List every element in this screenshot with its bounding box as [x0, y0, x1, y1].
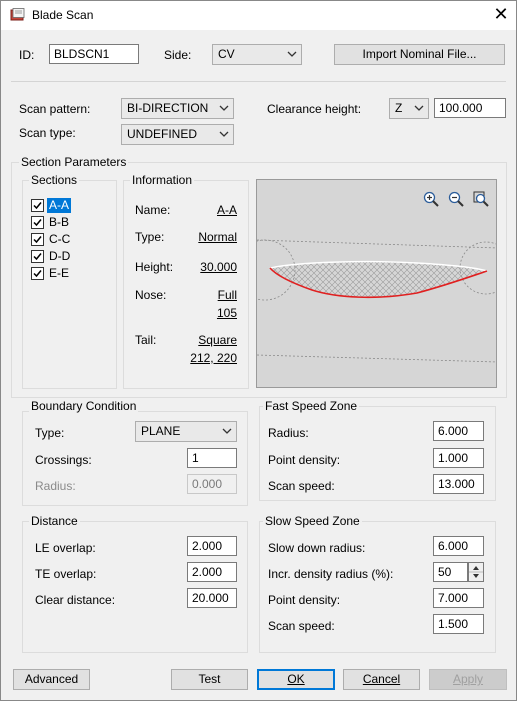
section-checkbox-c-c[interactable]: [31, 233, 44, 246]
zoom-out-icon[interactable]: [448, 191, 464, 207]
information-label: Information: [130, 173, 195, 187]
section-item-d-d[interactable]: D-D: [47, 249, 72, 264]
id-input[interactable]: BLDSCN1: [49, 44, 139, 64]
advanced-button[interactable]: Advanced: [13, 669, 90, 690]
section-item-a-a[interactable]: A-A: [47, 198, 72, 213]
te-overlap-label: TE overlap:: [35, 567, 97, 581]
info-name-label: Name:: [135, 203, 171, 217]
info-tail-label: Tail:: [135, 333, 157, 347]
incr-density-radius-input[interactable]: 50: [433, 562, 468, 582]
info-nose-value-2[interactable]: 105: [217, 306, 237, 320]
separator: [11, 81, 506, 82]
section-checkbox-a-a[interactable]: [31, 199, 44, 212]
side-label: Side:: [164, 48, 192, 62]
info-height-label: Height:: [135, 260, 174, 274]
section-preview[interactable]: [256, 179, 497, 388]
window-title: Blade Scan: [32, 8, 94, 22]
blade-scan-dialog: Blade Scan ✕ ID: BLDSCN1 Side: CV Import…: [0, 0, 517, 701]
fast-radius-input[interactable]: 6.000: [433, 421, 484, 441]
clearance-axis-value: Z: [395, 101, 403, 115]
clear-distance-label: Clear distance:: [35, 593, 116, 607]
scan-type-select[interactable]: UNDEFINED: [121, 124, 234, 145]
info-type-value[interactable]: Normal: [198, 230, 237, 244]
apply-button-label: Apply: [452, 672, 484, 686]
boundary-type-select[interactable]: PLANE: [135, 421, 237, 442]
scan-pattern-label: Scan pattern:: [19, 102, 91, 116]
clear-distance-input[interactable]: 20.000: [187, 588, 237, 608]
id-label: ID:: [19, 48, 35, 62]
section-item-c-c[interactable]: C-C: [47, 232, 72, 247]
zoom-in-icon[interactable]: [423, 191, 439, 207]
apply-button: Apply: [429, 669, 507, 690]
section-checkbox-b-b[interactable]: [31, 216, 44, 229]
chevron-down-icon: [219, 131, 229, 137]
chevron-down-icon: [222, 428, 232, 434]
le-overlap-input[interactable]: 2.000: [187, 536, 237, 556]
section-item-b-b[interactable]: B-B: [47, 215, 71, 230]
clearance-height-input[interactable]: 100.000: [434, 98, 506, 118]
boundary-type-label: Type:: [35, 426, 65, 440]
incr-density-radius-stepper[interactable]: [468, 562, 484, 582]
fast-point-density-label: Point density:: [268, 453, 341, 467]
info-name-value[interactable]: A-A: [217, 203, 237, 217]
slow-scan-speed-label: Scan speed:: [268, 619, 335, 633]
scan-type-label: Scan type:: [19, 126, 76, 140]
title-bar: Blade Scan ✕: [1, 1, 516, 30]
chevron-down-icon: [414, 105, 424, 111]
fast-speed-zone-label: Fast Speed Zone: [263, 399, 360, 413]
boundary-type-value: PLANE: [141, 424, 181, 438]
app-icon: [10, 8, 25, 21]
airfoil-preview-canvas: [257, 239, 496, 363]
section-parameters-label: Section Parameters: [19, 155, 129, 169]
chevron-down-icon: [219, 105, 229, 111]
te-overlap-input[interactable]: 2.000: [187, 562, 237, 582]
close-icon[interactable]: ✕: [488, 3, 514, 27]
distance-label: Distance: [29, 514, 80, 528]
sections-label: Sections: [29, 173, 80, 187]
fast-point-density-input[interactable]: 1.000: [433, 448, 484, 468]
clearance-height-label: Clearance height:: [267, 102, 362, 116]
ok-button[interactable]: OK: [257, 669, 335, 690]
info-type-label: Type:: [135, 230, 165, 244]
scan-pattern-value: BI-DIRECTION: [127, 101, 209, 115]
spin-arrows-icon: [469, 566, 483, 578]
cancel-button-label: Cancel: [362, 672, 401, 686]
section-checkbox-e-e[interactable]: [31, 267, 44, 280]
test-button[interactable]: Test: [171, 669, 248, 690]
fast-scan-speed-input[interactable]: 13.000: [433, 474, 484, 494]
ok-button-label: OK: [287, 672, 305, 686]
side-select[interactable]: CV: [212, 44, 302, 65]
slow-point-density-label: Point density:: [268, 593, 341, 607]
scan-type-value: UNDEFINED: [127, 127, 198, 141]
info-nose-value[interactable]: Full: [218, 288, 237, 302]
zoom-fit-icon[interactable]: [473, 191, 489, 207]
scan-pattern-select[interactable]: BI-DIRECTION: [121, 98, 234, 119]
slow-down-radius-label: Slow down radius:: [268, 541, 366, 555]
crossings-input[interactable]: 1: [187, 448, 237, 468]
chevron-down-icon: [287, 51, 297, 57]
fast-scan-speed-label: Scan speed:: [268, 479, 335, 493]
airfoil-profile: [270, 261, 487, 298]
slow-down-radius-input[interactable]: 6.000: [433, 536, 484, 556]
clearance-axis-select[interactable]: Z: [389, 98, 429, 119]
slow-speed-zone-label: Slow Speed Zone: [263, 514, 362, 528]
info-tail-value-2[interactable]: 212, 220: [190, 351, 237, 365]
info-height-value[interactable]: 30.000: [200, 260, 237, 274]
le-overlap-label: LE overlap:: [35, 541, 96, 555]
slow-point-density-input[interactable]: 7.000: [433, 588, 484, 608]
cancel-button[interactable]: Cancel: [343, 669, 420, 690]
info-tail-value[interactable]: Square: [198, 333, 237, 347]
info-nose-label: Nose:: [135, 288, 167, 302]
crossings-label: Crossings:: [35, 453, 92, 467]
boundary-condition-label: Boundary Condition: [29, 399, 139, 413]
slow-scan-speed-input[interactable]: 1.500: [433, 614, 484, 634]
incr-density-radius-label: Incr. density radius (%):: [268, 567, 394, 581]
boundary-radius-input: 0.000: [187, 474, 237, 494]
section-item-e-e[interactable]: E-E: [47, 266, 71, 281]
fast-radius-label: Radius:: [268, 426, 309, 440]
side-select-value: CV: [218, 47, 235, 61]
section-checkbox-d-d[interactable]: [31, 250, 44, 263]
boundary-radius-label: Radius:: [35, 479, 76, 493]
import-nominal-file-button[interactable]: Import Nominal File...: [334, 44, 505, 65]
